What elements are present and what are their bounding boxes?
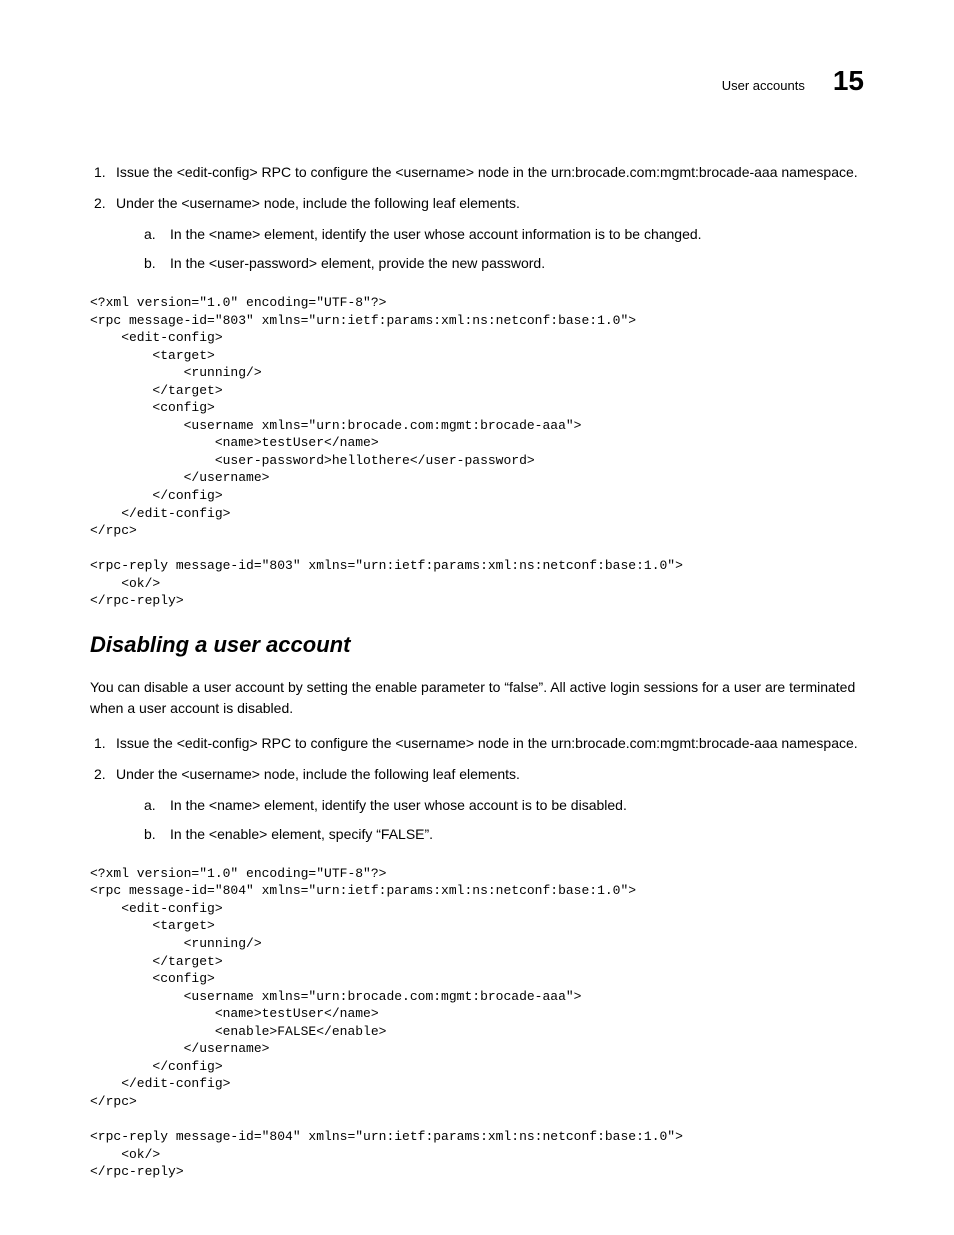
list-text-span: Under the <username> node, include the f… — [116, 195, 520, 211]
sub-list-letter: a. — [144, 224, 170, 245]
list-number: 2. — [94, 764, 116, 853]
list-text: Issue the <edit-config> RPC to configure… — [116, 162, 864, 183]
sub-list-text: In the <user-password> element, provide … — [170, 253, 864, 274]
sub-list-letter: b. — [144, 253, 170, 274]
list-text: Under the <username> node, include the f… — [116, 193, 864, 282]
sub-list: a. In the <name> element, identify the u… — [116, 224, 864, 274]
sub-list-text: In the <name> element, identify the user… — [170, 795, 864, 816]
procedure-list-2: 1. Issue the <edit-config> RPC to config… — [94, 733, 864, 853]
list-number: 2. — [94, 193, 116, 282]
list-text: Issue the <edit-config> RPC to configure… — [116, 733, 864, 754]
list-text-span: Under the <username> node, include the f… — [116, 766, 520, 782]
sub-list-letter: a. — [144, 795, 170, 816]
sub-list-text: In the <name> element, identify the user… — [170, 224, 864, 245]
section-intro: You can disable a user account by settin… — [90, 677, 864, 719]
list-number: 1. — [94, 733, 116, 754]
sub-list-item: a. In the <name> element, identify the u… — [144, 224, 864, 245]
list-number: 1. — [94, 162, 116, 183]
sub-list-text: In the <enable> element, specify “FALSE”… — [170, 824, 864, 845]
sub-list-item: b. In the <enable> element, specify “FAL… — [144, 824, 864, 845]
list-item: 1. Issue the <edit-config> RPC to config… — [94, 162, 864, 183]
code-block-1: <?xml version="1.0" encoding="UTF-8"?> <… — [90, 294, 864, 610]
sub-list-item: a. In the <name> element, identify the u… — [144, 795, 864, 816]
section-heading: Disabling a user account — [90, 628, 864, 661]
procedure-list-1: 1. Issue the <edit-config> RPC to config… — [94, 162, 864, 282]
code-block-2: <?xml version="1.0" encoding="UTF-8"?> <… — [90, 865, 864, 1181]
header-chapter-number: 15 — [833, 60, 864, 102]
header-title: User accounts — [722, 76, 805, 96]
sub-list: a. In the <name> element, identify the u… — [116, 795, 864, 845]
sub-list-item: b. In the <user-password> element, provi… — [144, 253, 864, 274]
list-item: 2. Under the <username> node, include th… — [94, 193, 864, 282]
list-item: 2. Under the <username> node, include th… — [94, 764, 864, 853]
page-header: User accounts 15 — [90, 60, 864, 102]
sub-list-letter: b. — [144, 824, 170, 845]
list-item: 1. Issue the <edit-config> RPC to config… — [94, 733, 864, 754]
list-text: Under the <username> node, include the f… — [116, 764, 864, 853]
